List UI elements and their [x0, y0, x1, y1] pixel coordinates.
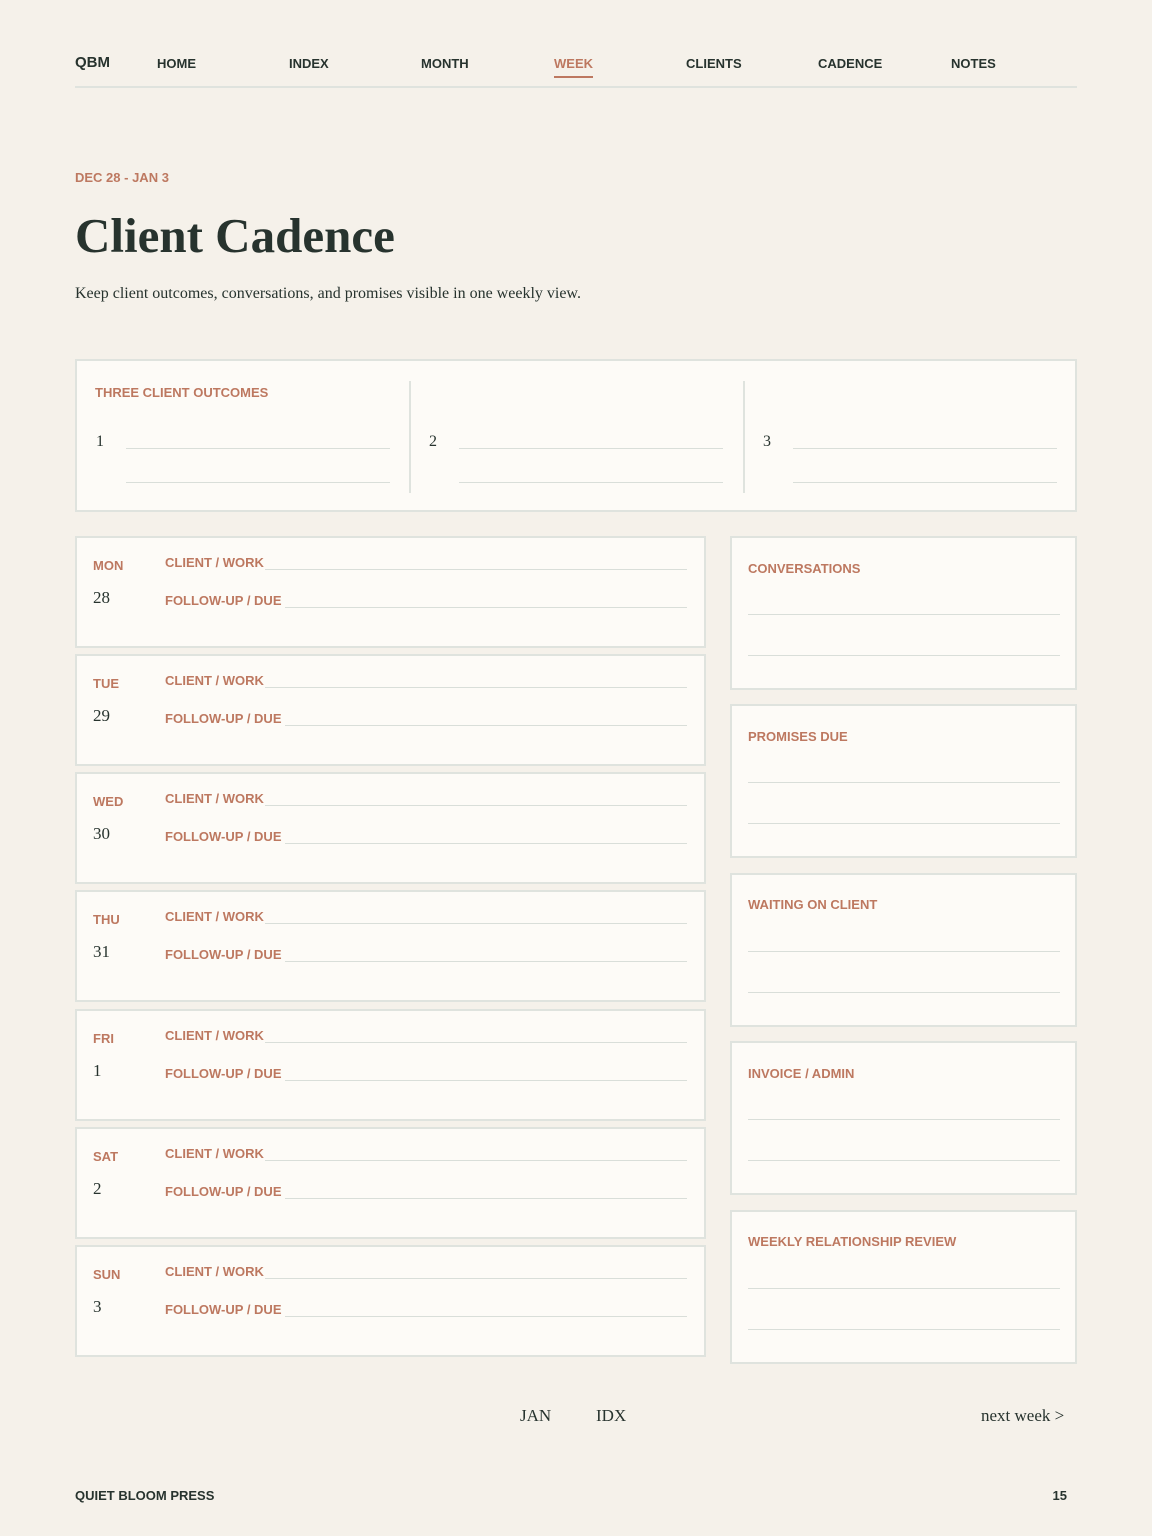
- followup-label: FOLLOW-UP / DUE: [165, 829, 282, 844]
- outcome-line[interactable]: [126, 448, 390, 449]
- followup-line[interactable]: [285, 843, 687, 844]
- client-work-line[interactable]: [265, 1042, 687, 1043]
- followup-line[interactable]: [285, 1316, 687, 1317]
- panel-line[interactable]: [748, 655, 1060, 656]
- day-name: SUN: [93, 1267, 121, 1282]
- panel-label: INVOICE / ADMIN: [748, 1066, 855, 1081]
- client-work-line[interactable]: [265, 1160, 687, 1161]
- day-box-fri: FRI 1 CLIENT / WORK FOLLOW-UP / DUE: [75, 1009, 706, 1121]
- panel-line[interactable]: [748, 1329, 1060, 1330]
- panel-line[interactable]: [748, 823, 1060, 824]
- client-work-line[interactable]: [265, 805, 687, 806]
- top-nav: QBM HOME INDEX MONTH WEEK CLIENTS CADENC…: [75, 48, 1077, 88]
- brand-logo[interactable]: QBM: [75, 54, 110, 71]
- client-work-label: CLIENT / WORK: [165, 673, 264, 688]
- promises-due-panel: PROMISES DUE: [730, 704, 1077, 858]
- outcome-number: 1: [96, 433, 104, 450]
- panel-line[interactable]: [748, 782, 1060, 783]
- outcome-line[interactable]: [459, 482, 723, 483]
- invoice-admin-panel: INVOICE / ADMIN: [730, 1041, 1077, 1195]
- followup-line[interactable]: [285, 607, 687, 608]
- waiting-on-client-panel: WAITING ON CLIENT: [730, 873, 1077, 1027]
- client-work-line[interactable]: [265, 923, 687, 924]
- day-name: FRI: [93, 1031, 114, 1046]
- followup-line[interactable]: [285, 961, 687, 962]
- client-work-label: CLIENT / WORK: [165, 555, 264, 570]
- day-name: THU: [93, 912, 120, 927]
- day-box-tue: TUE 29 CLIENT / WORK FOLLOW-UP / DUE: [75, 654, 706, 766]
- outcomes-panel: THREE CLIENT OUTCOMES 1 2 3: [75, 359, 1077, 512]
- page-title: Client Cadence: [75, 208, 395, 263]
- followup-label: FOLLOW-UP / DUE: [165, 711, 282, 726]
- followup-label: FOLLOW-UP / DUE: [165, 1066, 282, 1081]
- outcome-2: 2: [409, 381, 743, 493]
- client-work-label: CLIENT / WORK: [165, 791, 264, 806]
- day-name: SAT: [93, 1149, 119, 1164]
- nav-home[interactable]: HOME: [157, 56, 196, 76]
- month-link[interactable]: JAN: [520, 1406, 551, 1426]
- nav-month[interactable]: MONTH: [421, 56, 469, 76]
- client-work-line[interactable]: [265, 687, 687, 688]
- day-number: 28: [93, 588, 110, 607]
- day-box-sun: SUN 3 CLIENT / WORK FOLLOW-UP / DUE: [75, 1245, 706, 1357]
- day-number: 2: [93, 1179, 102, 1198]
- date-range: DEC 28 - JAN 3: [75, 170, 169, 185]
- followup-label: FOLLOW-UP / DUE: [165, 1184, 282, 1199]
- panel-label: WAITING ON CLIENT: [748, 897, 878, 912]
- panel-line[interactable]: [748, 1288, 1060, 1289]
- nav-cadence[interactable]: CADENCE: [818, 56, 882, 76]
- day-number: 30: [93, 824, 110, 843]
- outcome-line[interactable]: [793, 482, 1057, 483]
- day-number: 29: [93, 706, 110, 725]
- panel-line[interactable]: [748, 614, 1060, 615]
- client-work-line[interactable]: [265, 1278, 687, 1279]
- followup-line[interactable]: [285, 725, 687, 726]
- panel-line[interactable]: [748, 992, 1060, 993]
- panel-line[interactable]: [748, 1119, 1060, 1120]
- day-box-sat: SAT 2 CLIENT / WORK FOLLOW-UP / DUE: [75, 1127, 706, 1239]
- day-number: 3: [93, 1297, 102, 1316]
- page-subtitle: Keep client outcomes, conversations, and…: [75, 285, 581, 302]
- client-work-label: CLIENT / WORK: [165, 1146, 264, 1161]
- panel-label: WEEKLY RELATIONSHIP REVIEW: [748, 1234, 957, 1249]
- client-work-line[interactable]: [265, 569, 687, 570]
- followup-label: FOLLOW-UP / DUE: [165, 593, 282, 608]
- day-name: MON: [93, 558, 124, 573]
- nav-index[interactable]: INDEX: [289, 56, 329, 76]
- day-name: TUE: [93, 676, 119, 691]
- nav-notes[interactable]: NOTES: [951, 56, 996, 76]
- followup-label: FOLLOW-UP / DUE: [165, 1302, 282, 1317]
- day-number: 1: [93, 1061, 102, 1080]
- outcome-3: 3: [743, 381, 1077, 493]
- outcome-number: 2: [429, 433, 437, 450]
- index-link[interactable]: IDX: [596, 1406, 626, 1426]
- day-name: WED: [93, 794, 124, 809]
- followup-line[interactable]: [285, 1198, 687, 1199]
- followup-label: FOLLOW-UP / DUE: [165, 947, 282, 962]
- weekly-review-panel: WEEKLY RELATIONSHIP REVIEW: [730, 1210, 1077, 1364]
- panel-line[interactable]: [748, 951, 1060, 952]
- publisher-name: QUIET BLOOM PRESS: [75, 1488, 215, 1503]
- outcome-line[interactable]: [793, 448, 1057, 449]
- day-box-thu: THU 31 CLIENT / WORK FOLLOW-UP / DUE: [75, 890, 706, 1002]
- nav-clients[interactable]: CLIENTS: [686, 56, 742, 76]
- day-box-mon: MON 28 CLIENT / WORK FOLLOW-UP / DUE: [75, 536, 706, 648]
- followup-line[interactable]: [285, 1080, 687, 1081]
- day-box-wed: WED 30 CLIENT / WORK FOLLOW-UP / DUE: [75, 772, 706, 884]
- outcome-line[interactable]: [126, 482, 390, 483]
- client-work-label: CLIENT / WORK: [165, 1264, 264, 1279]
- conversations-panel: CONVERSATIONS: [730, 536, 1077, 690]
- next-week-link[interactable]: next week >: [981, 1406, 1064, 1426]
- panel-line[interactable]: [748, 1160, 1060, 1161]
- client-work-label: CLIENT / WORK: [165, 909, 264, 924]
- outcome-line[interactable]: [459, 448, 723, 449]
- panel-label: CONVERSATIONS: [748, 561, 861, 576]
- client-work-label: CLIENT / WORK: [165, 1028, 264, 1043]
- outcome-number: 3: [763, 433, 771, 450]
- nav-week[interactable]: WEEK: [554, 56, 593, 78]
- panel-label: PROMISES DUE: [748, 729, 848, 744]
- day-number: 31: [93, 942, 110, 961]
- page-number: 15: [1052, 1488, 1067, 1503]
- outcome-1: 1: [77, 381, 411, 493]
